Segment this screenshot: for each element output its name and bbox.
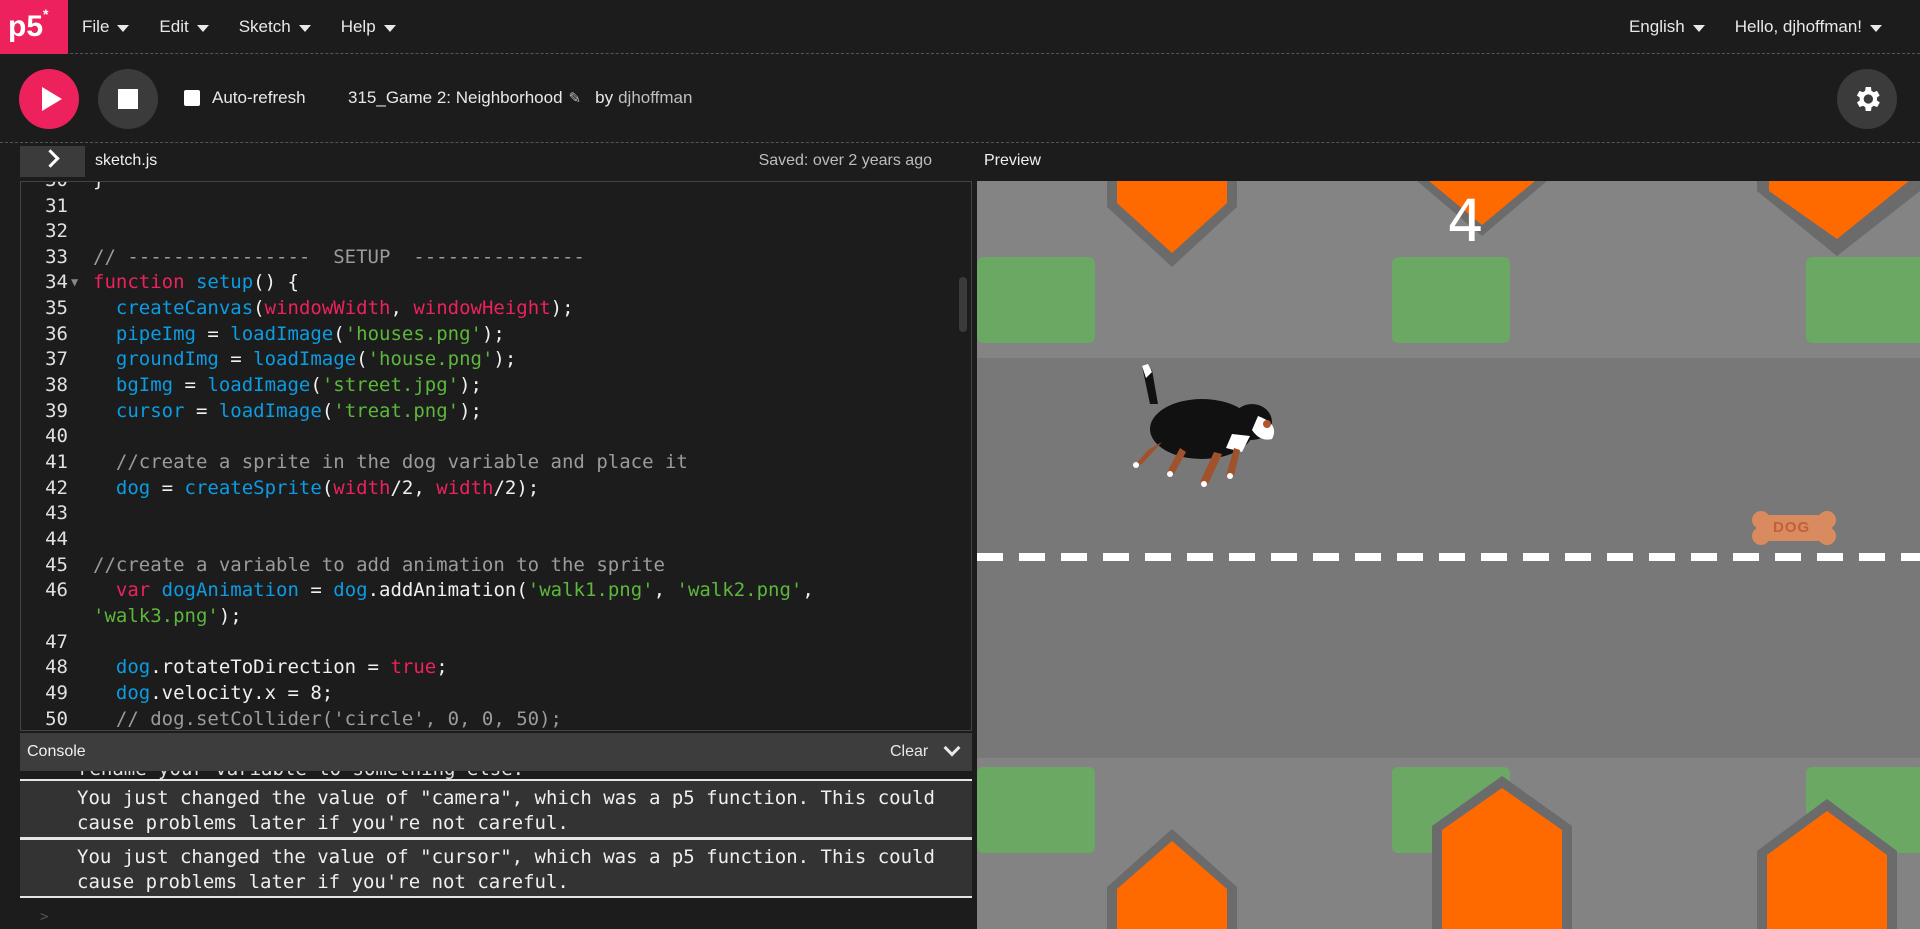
caret-down-icon	[1870, 24, 1882, 32]
top-nav: p5* File Edit Sketch Help English Hello,…	[0, 0, 1920, 54]
owner-link[interactable]: djhoffman	[618, 88, 692, 107]
project-owner: by djhoffman	[595, 88, 693, 107]
code-editor[interactable]: 30} 31 32 33// ---------------- SETUP --…	[20, 181, 972, 731]
autorefresh-checkbox[interactable]	[184, 90, 200, 106]
preview-label: Preview	[984, 152, 1041, 169]
code-line: 32	[45, 220, 68, 242]
code-line: 44	[45, 528, 68, 550]
menu-file[interactable]: File	[82, 17, 130, 37]
code-line: 45//create a variable to add animation t…	[45, 554, 665, 576]
save-status: Saved: over 2 years ago	[758, 152, 932, 169]
file-tab[interactable]: sketch.js	[95, 152, 157, 170]
house-bottom	[1107, 829, 1237, 929]
caret-down-icon	[196, 24, 209, 32]
code-line: 34 ▼ function setup() {	[21, 270, 971, 296]
sketch-preview[interactable]: 4 DOG	[977, 181, 1920, 929]
stop-button[interactable]	[98, 69, 158, 129]
console-message: You just changed the value of "camera", …	[20, 779, 972, 839]
caret-down-icon	[1692, 24, 1705, 32]
console-title: Console	[27, 743, 86, 760]
code-line: 47	[45, 631, 68, 653]
house-top	[1757, 181, 1920, 256]
sidebar-toggle-button[interactable]	[20, 146, 85, 177]
dog-sprite	[1133, 364, 1275, 487]
house-bottom	[1432, 776, 1572, 929]
lawn	[977, 767, 1095, 853]
code-line: 48 dog.rotateToDirection = true;	[45, 656, 448, 678]
menu-edit[interactable]: Edit	[159, 17, 209, 37]
play-button[interactable]	[19, 69, 79, 129]
pencil-icon[interactable]: ✎	[569, 89, 582, 107]
code-line: 38 bgImg = loadImage('street.jpg');	[45, 374, 482, 396]
toolbar: Auto-refresh 315_Game 2: Neighborhood ✎ …	[0, 55, 1920, 143]
settings-button[interactable]	[1837, 69, 1897, 129]
code-line: 33// ---------------- SETUP ------------…	[45, 246, 585, 268]
caret-down-icon	[298, 24, 311, 32]
code-line: 41 //create a sprite in the dog variable…	[45, 451, 688, 473]
code-line: 49 dog.velocity.x = 8;	[45, 682, 334, 704]
treat-label: DOG	[1773, 519, 1811, 536]
score-counter: 4	[1447, 187, 1484, 255]
code-line: 46 var dogAnimation = dog.addAnimation('…	[45, 579, 814, 601]
code-line: 36 pipeImg = loadImage('houses.png');	[45, 323, 505, 345]
account-dropdown[interactable]: Hello, djhoffman!	[1735, 17, 1882, 37]
code-line: 31	[45, 195, 68, 217]
console-output: rename your variable to something else. …	[20, 771, 972, 929]
house-bottom	[1757, 799, 1897, 929]
console-clear-button[interactable]: Clear	[890, 743, 928, 761]
menu-help[interactable]: Help	[341, 17, 396, 37]
lawn	[1392, 257, 1510, 343]
p5-logo[interactable]: p5*	[0, 0, 68, 54]
chevron-right-icon	[41, 149, 60, 168]
code-line: 'walk3.png');	[93, 605, 242, 627]
house-top	[1107, 181, 1237, 267]
fold-arrow-icon[interactable]: ▼	[71, 270, 78, 296]
autorefresh-toggle[interactable]: Auto-refresh	[184, 88, 306, 108]
code-line: 37 groundImg = loadImage('house.png');	[45, 348, 517, 370]
console-prompt[interactable]: >	[40, 909, 48, 925]
code-line: 50 // dog.setCollider('circle', 0, 0, 50…	[45, 708, 562, 730]
code-line: 30}	[21, 182, 971, 194]
lane-divider	[977, 553, 1920, 561]
gear-icon	[1856, 87, 1880, 111]
main-menu: File Edit Sketch Help	[82, 0, 426, 54]
menu-sketch[interactable]: Sketch	[239, 17, 311, 37]
chevron-down-icon[interactable]	[943, 739, 961, 757]
lawn	[977, 257, 1095, 343]
project-info: 315_Game 2: Neighborhood ✎ by djhoffman	[348, 88, 692, 108]
user-menu: English Hello, djhoffman!	[1629, 0, 1912, 54]
language-dropdown[interactable]: English	[1629, 17, 1705, 37]
autorefresh-label: Auto-refresh	[212, 88, 306, 107]
caret-down-icon	[117, 24, 130, 32]
code-line: 35 createCanvas(windowWidth, windowHeigh…	[45, 297, 574, 319]
code-line: 43	[45, 502, 68, 524]
caret-down-icon	[383, 24, 396, 32]
code-line: 42 dog = createSprite(width/2, width/2);	[45, 477, 540, 499]
console-message: You just changed the value of "cursor", …	[20, 838, 972, 898]
project-name[interactable]: 315_Game 2: Neighborhood	[348, 88, 563, 108]
editor-scrollbar[interactable]	[959, 277, 967, 332]
code-line: 40	[45, 425, 68, 447]
console-header: Console Clear	[20, 733, 972, 771]
code-line: 39 cursor = loadImage('treat.png');	[45, 400, 482, 422]
lawn	[1806, 257, 1920, 343]
